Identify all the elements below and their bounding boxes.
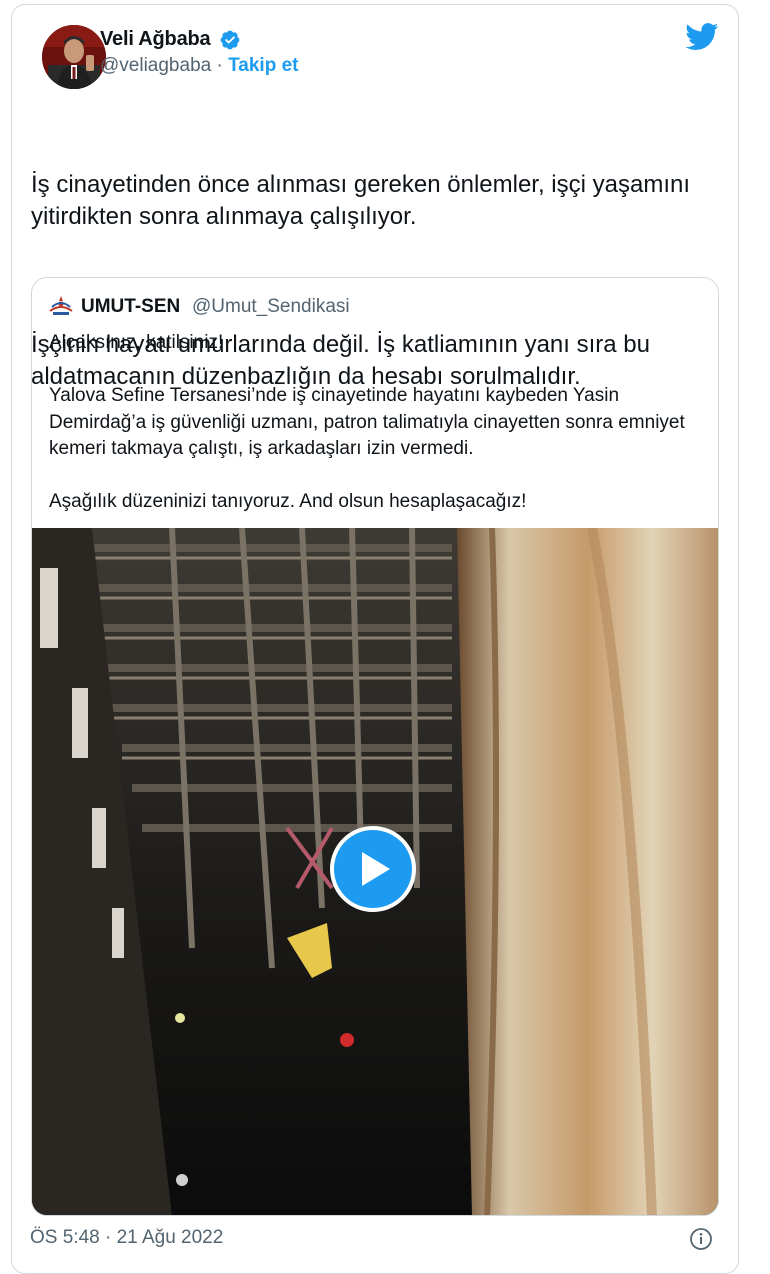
play-icon (362, 852, 390, 886)
quoted-paragraph: Yalova Sefine Tersanesi’nde iş cinayetin… (49, 385, 685, 459)
author-avatar[interactable] (42, 25, 106, 89)
author-name[interactable]: Veli Ağbaba (100, 28, 211, 51)
quoted-paragraph: Alçaksınız, katilsiniz! (49, 332, 224, 353)
play-button[interactable] (330, 826, 416, 912)
quoted-paragraph: Aşağılık düzeninizi tanıyoruz. And olsun… (49, 491, 527, 512)
info-icon[interactable] (689, 1227, 713, 1251)
umut-sen-logo-icon (49, 296, 73, 315)
quoted-author-handle[interactable]: @Umut_Sendikasi (192, 296, 350, 318)
tweet-timestamp[interactable]: ÖS 5:48 · 21 Ağu 2022 (30, 1227, 223, 1249)
verified-badge-icon (220, 30, 240, 50)
author-handle-row: @veliagbaba · Takip et (100, 55, 298, 77)
tweet-paragraph: İş cinayetinden önce alınması gereken ön… (31, 171, 697, 230)
author-handle[interactable]: @veliagbaba (100, 55, 211, 76)
quoted-author-name[interactable]: UMUT-SEN (81, 296, 180, 318)
quoted-tweet[interactable]: UMUT-SEN @Umut_Sendikasi Alçaksınız, kat… (31, 277, 719, 1216)
separator-dot: · (216, 55, 223, 76)
video-player[interactable] (32, 528, 718, 1215)
quoted-text: Alçaksınız, katilsiniz! Yalova Sefine Te… (49, 330, 709, 516)
twitter-bird-icon[interactable] (685, 23, 719, 51)
follow-button[interactable]: Takip et (228, 55, 298, 76)
tweet-card: Veli Ağbaba @veliagbaba · Takip et İş ci… (11, 4, 739, 1274)
